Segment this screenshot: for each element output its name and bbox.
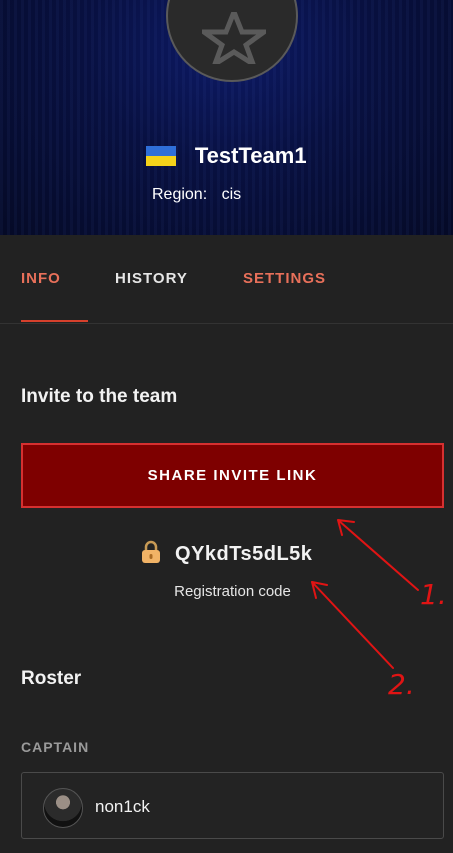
share-invite-link-button[interactable]: SHARE INVITE LINK <box>21 443 444 508</box>
region-value: cis <box>221 186 242 203</box>
annotation-mark-2: 2. <box>388 668 415 701</box>
tab-bar: INFO HISTORY SETTINGS <box>0 235 453 324</box>
active-tab-indicator <box>21 320 88 322</box>
avatar <box>43 788 83 828</box>
captain-card[interactable]: non1ck <box>21 772 444 839</box>
ukraine-flag-icon <box>146 146 177 166</box>
tab-info[interactable]: INFO <box>21 270 61 287</box>
roster-section-title: Roster <box>21 668 82 689</box>
registration-code-row: QYkdTs5dL5k <box>0 540 453 569</box>
star-icon <box>202 12 266 64</box>
region-info: Region: cis <box>152 186 241 204</box>
team-header: TestTeam1 Region: cis <box>0 0 453 235</box>
captain-label: CAPTAIN <box>21 739 90 755</box>
team-title-row: TestTeam1 <box>0 143 453 169</box>
region-label: Region: <box>152 186 208 203</box>
registration-code-caption: Registration code <box>174 583 291 600</box>
tab-settings[interactable]: SETTINGS <box>243 270 326 287</box>
team-logo <box>166 0 298 82</box>
registration-code[interactable]: QYkdTs5dL5k <box>175 543 312 566</box>
team-name: TestTeam1 <box>194 143 307 168</box>
tab-history[interactable]: HISTORY <box>115 270 188 287</box>
invite-section-title: Invite to the team <box>21 386 178 407</box>
lock-icon <box>141 540 161 569</box>
captain-name: non1ck <box>95 797 150 816</box>
